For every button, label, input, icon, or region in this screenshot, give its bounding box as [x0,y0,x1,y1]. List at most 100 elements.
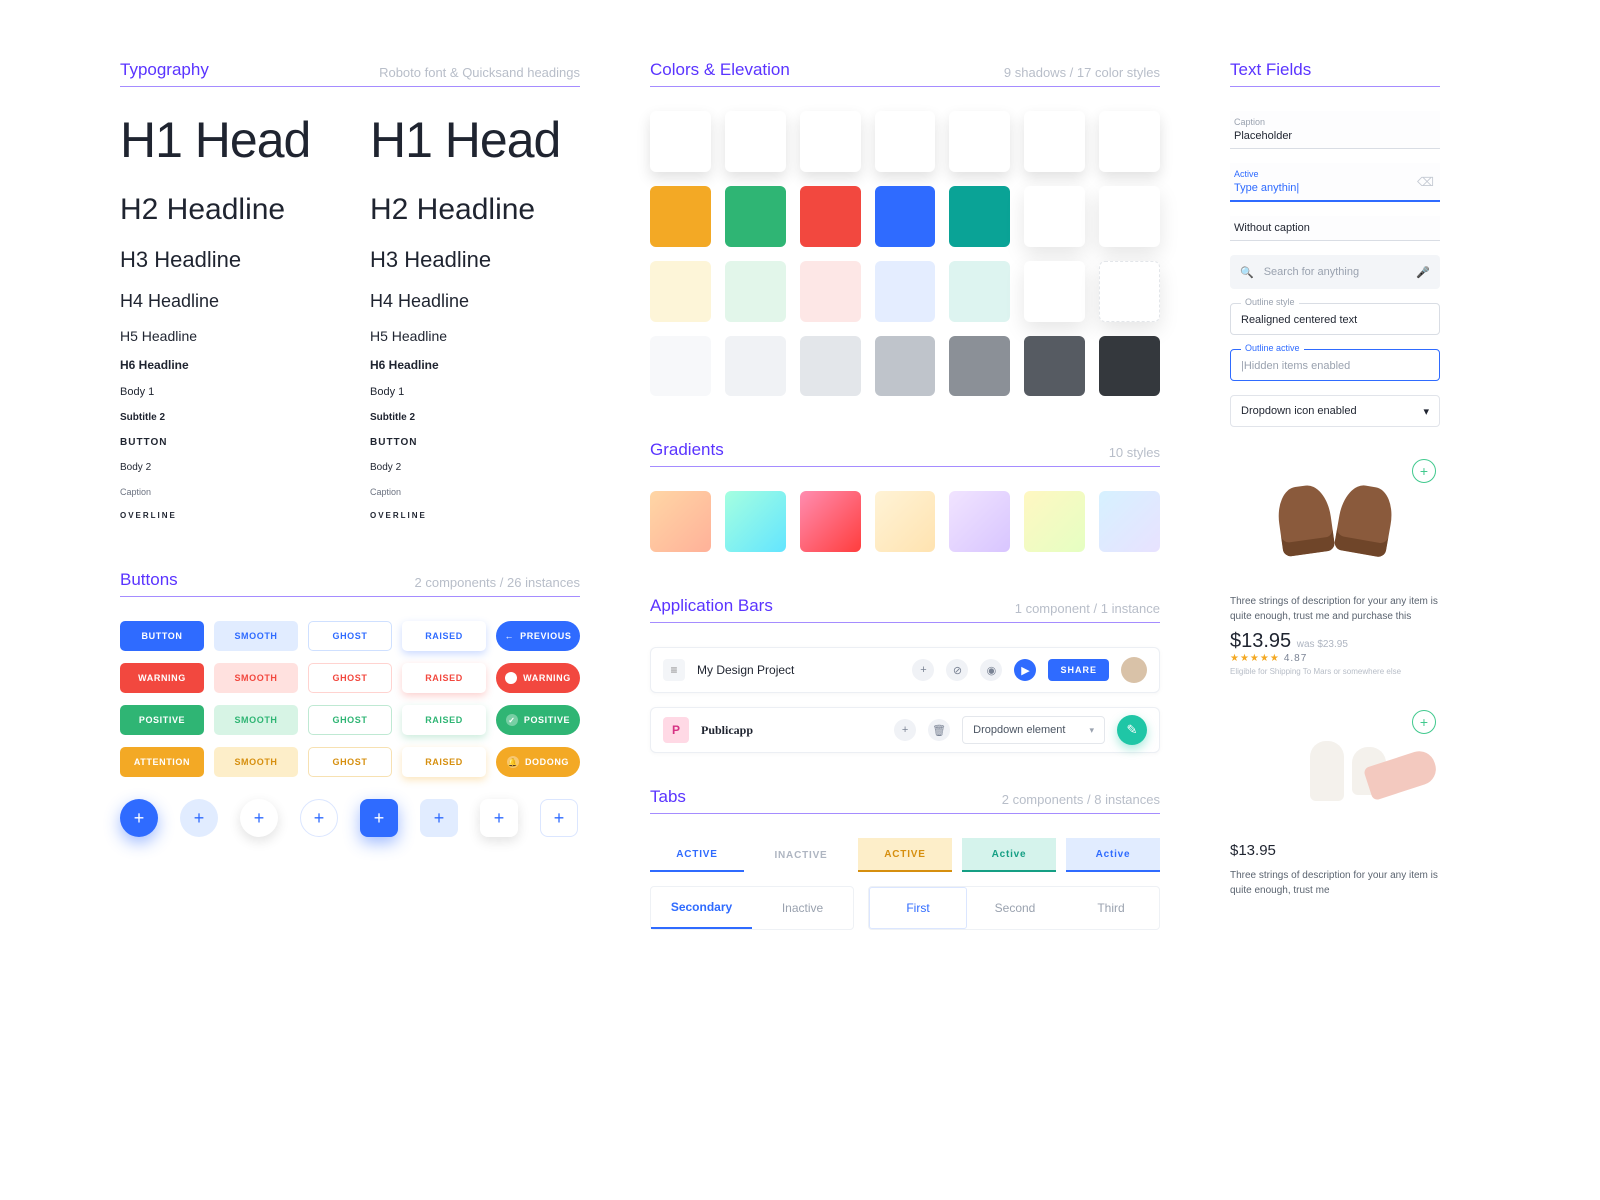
add-to-cart-icon[interactable]: + [1412,459,1436,483]
tab-secondary[interactable]: Secondary [651,887,752,929]
color-swatch [1099,186,1160,247]
dropdown-field[interactable]: Dropdown icon enabled ▾ [1230,395,1440,427]
appbar-title-2: Publicapp [701,723,753,738]
button-raised-green[interactable]: RAISED [402,705,486,735]
eye-icon[interactable]: ◉ [980,659,1002,681]
color-swatch [949,261,1010,322]
fab-circle-raised[interactable]: + [240,799,278,837]
tab-inactive-2[interactable]: Inactive [752,887,853,929]
app-logo: P [663,717,689,743]
chevron-down-icon: ▾ [1423,405,1429,418]
color-swatch [875,336,936,397]
sample-subtitle2: Subtitle 2 [120,412,330,423]
elevation-swatch [949,111,1010,172]
appbar-publicapp: P Publicapp + 🗑 Dropdown element ✎ [650,707,1160,753]
typography-column-roboto: H1 Head H2 Headline H3 Headline H4 Headl… [120,111,330,520]
tabs-head: Tabs 2 components / 8 instances [650,787,1160,814]
fab-circle-outline[interactable]: + [300,799,338,837]
play-icon[interactable]: ▶ [1014,659,1036,681]
fab-square-filled[interactable]: + [360,799,398,837]
color-swatch [949,336,1010,397]
product-image [1230,455,1440,585]
color-swatch [1099,261,1160,322]
trash-icon[interactable]: 🗑 [928,719,950,741]
menu-icon[interactable]: ≡ [663,659,685,681]
mic-icon[interactable]: 🎤 [1416,266,1430,279]
button-primary[interactable]: BUTTON [120,621,204,651]
textfield-nocaption[interactable]: Without caption [1230,216,1440,241]
button-attention[interactable]: ATTENTION [120,747,204,777]
color-swatch-grid [650,111,1160,396]
product-card-boots[interactable]: + Three strings of description for your … [1230,455,1440,676]
button-raised-amber[interactable]: RAISED [402,747,486,777]
button-ghost-red[interactable]: GHOST [308,663,392,693]
tab-active[interactable]: ACTIVE [650,838,744,872]
clear-icon[interactable]: ⌫ [1417,175,1434,189]
share-button[interactable]: SHARE [1048,659,1109,681]
button-smooth-green[interactable]: SMOOTH [214,705,298,735]
appbars-title: Application Bars [650,596,773,616]
button-ghost-green[interactable]: GHOST [308,705,392,735]
button-raised-blue[interactable]: RAISED [402,621,486,651]
textfields-head: Text Fields [1230,60,1440,87]
button-smooth-blue[interactable]: SMOOTH [214,621,298,651]
product-price-2: $13.95 [1230,842,1440,859]
product-card-vase[interactable]: + $13.95 Three strings of description fo… [1230,706,1440,898]
button-raised-red[interactable]: RAISED [402,663,486,693]
button-warning-pill[interactable]: !WARNING [496,663,580,693]
button-positive-pill[interactable]: ✓POSITIVE [496,705,580,735]
fab-circle-filled[interactable]: + [120,799,158,837]
tab-active-amber[interactable]: ACTIVE [858,838,952,872]
button-warning[interactable]: WARNING [120,663,204,693]
add-icon-2[interactable]: + [894,719,916,741]
appbar-dropdown[interactable]: Dropdown element [962,716,1105,744]
avatar[interactable] [1121,657,1147,683]
outline-active-value: |Hidden items enabled [1241,360,1350,372]
search-input[interactable]: 🔍 Search for anything 🎤 [1230,255,1440,289]
button-ghost-blue[interactable]: GHOST [308,621,392,651]
button-dodong[interactable]: 🔔DODONG [496,747,580,777]
sample-body1-alt: Body 1 [370,386,580,398]
textfield-outline[interactable]: Realigned centered text [1230,303,1440,335]
fab-square-tint[interactable]: + [420,799,458,837]
button-positive[interactable]: POSITIVE [120,705,204,735]
color-swatch [725,336,786,397]
color-swatch [650,336,711,397]
colors-head: Colors & Elevation 9 shadows / 17 color … [650,60,1160,87]
fab-square-outline[interactable]: + [540,799,578,837]
button-smooth-amber[interactable]: SMOOTH [214,747,298,777]
elevation-swatch [650,111,711,172]
tab-active-sky[interactable]: Active [1066,838,1160,872]
tab-second[interactable]: Second [967,887,1063,929]
tab-third[interactable]: Third [1063,887,1159,929]
add-to-cart-icon-2[interactable]: + [1412,710,1436,734]
compass-icon[interactable]: ⊘ [946,659,968,681]
sample-overline-alt: OVERLINE [370,511,580,520]
outline-value: Realigned centered text [1241,314,1357,326]
button-previous[interactable]: ←PREVIOUS [496,621,580,651]
button-ghost-amber[interactable]: GHOST [308,747,392,777]
sample-h6: H6 Headline [120,358,330,372]
elevation-swatch [725,111,786,172]
sample-overline: OVERLINE [120,511,330,520]
add-icon[interactable]: + [912,659,934,681]
tab-active-teal[interactable]: Active [962,838,1056,872]
boot-left-icon [1275,483,1336,558]
textfield-caption[interactable]: Caption Placeholder [1230,111,1440,149]
tab-inactive[interactable]: INACTIVE [754,838,848,872]
sample-h2: H2 Headline [120,193,330,227]
sample-subtitle2-alt: Subtitle 2 [370,412,580,423]
textfields-title: Text Fields [1230,60,1311,80]
gradient-swatch-grid [650,491,1160,552]
field-caption: Caption [1234,117,1436,127]
edit-fab[interactable]: ✎ [1117,715,1147,745]
color-swatch [725,261,786,322]
product-description-2: Three strings of description for your an… [1230,869,1440,898]
tab-first[interactable]: First [869,887,967,929]
button-smooth-red[interactable]: SMOOTH [214,663,298,693]
textfield-outline-active[interactable]: |Hidden items enabled [1230,349,1440,381]
boot-right-icon [1333,482,1396,558]
textfield-active[interactable]: Active Type anythin| ⌫ [1230,163,1440,202]
fab-square-raised[interactable]: + [480,799,518,837]
fab-circle-tint[interactable]: + [180,799,218,837]
